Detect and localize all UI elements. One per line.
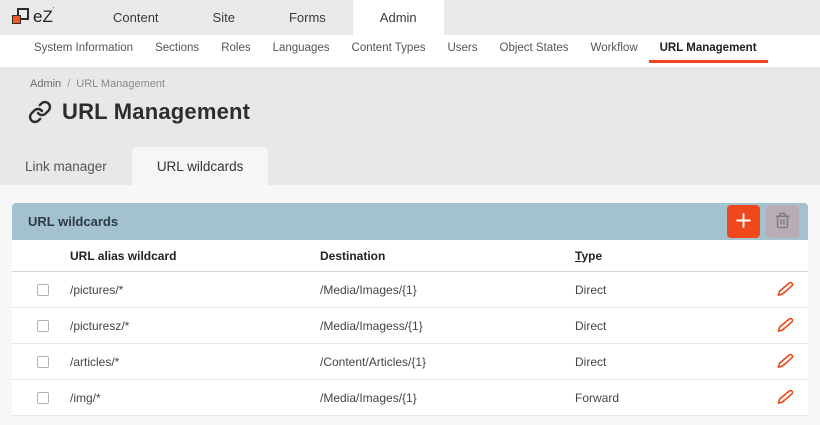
content-area: URL wildcards: [0, 185, 820, 416]
column-header-type: Type: [575, 249, 762, 263]
table-row: /pictures/* /Media/Images/{1} Direct: [12, 272, 808, 308]
admin-nav-system-information[interactable]: System Information: [23, 35, 144, 63]
cell-wildcard: /articles/*: [70, 355, 320, 369]
top-bar: eZ’ Content Site Forms Admin: [0, 0, 820, 35]
edit-wildcard-button[interactable]: [775, 279, 796, 300]
main-nav: Content Site Forms Admin: [86, 0, 444, 35]
tab-bar: Link manager URL wildcards: [0, 147, 820, 185]
admin-sub-nav: System Information Sections Roles Langua…: [0, 35, 820, 67]
table-row: /articles/* /Content/Articles/{1} Direct: [12, 344, 808, 380]
ez-logo-text: eZ: [33, 7, 53, 27]
page-title-row: URL Management: [0, 90, 820, 125]
panel-title: URL wildcards: [28, 214, 118, 229]
top-nav-site[interactable]: Site: [186, 0, 262, 35]
add-wildcard-button[interactable]: [727, 205, 760, 238]
edit-wildcard-button[interactable]: [775, 351, 796, 372]
table-row: /img/* /Media/Images/{1} Forward: [12, 380, 808, 416]
pencil-icon: [777, 389, 794, 406]
row-checkbox[interactable]: [37, 392, 49, 404]
edit-wildcard-button[interactable]: [775, 387, 796, 408]
pencil-icon: [777, 281, 794, 298]
url-wildcards-panel-header: URL wildcards: [12, 203, 808, 240]
page-title: URL Management: [62, 99, 250, 125]
admin-nav-url-management[interactable]: URL Management: [649, 35, 768, 63]
trash-icon: [774, 212, 791, 232]
breadcrumb-separator: /: [67, 78, 70, 90]
admin-nav-languages[interactable]: Languages: [262, 35, 341, 63]
admin-nav-object-states[interactable]: Object States: [489, 35, 580, 63]
tab-url-wildcards[interactable]: URL wildcards: [132, 147, 269, 185]
cell-type: Direct: [575, 319, 762, 333]
breadcrumb: Admin / URL Management: [0, 67, 820, 90]
table-header-row: URL alias wildcard Destination Type: [12, 240, 808, 272]
delete-wildcard-button[interactable]: [766, 205, 799, 238]
column-header-destination: Destination: [320, 249, 575, 263]
url-wildcards-table: URL alias wildcard Destination Type /pic…: [12, 240, 808, 416]
ez-logo-trademark: ’: [53, 7, 55, 14]
plus-icon: [734, 211, 753, 233]
ez-logo[interactable]: eZ’: [0, 0, 86, 35]
row-checkbox[interactable]: [37, 356, 49, 368]
pencil-icon: [777, 317, 794, 334]
panel-actions: [727, 205, 799, 238]
edit-wildcard-button[interactable]: [775, 315, 796, 336]
admin-nav-roles[interactable]: Roles: [210, 35, 261, 63]
page-header: Admin / URL Management URL Management Link…: [0, 67, 820, 185]
cell-destination: /Media/Images/{1}: [320, 283, 575, 297]
cell-wildcard: /picturesz/*: [70, 319, 320, 333]
cell-wildcard: /img/*: [70, 391, 320, 405]
row-checkbox[interactable]: [37, 320, 49, 332]
cell-destination: /Content/Articles/{1}: [320, 355, 575, 369]
breadcrumb-admin[interactable]: Admin: [30, 78, 61, 90]
cell-type: Forward: [575, 391, 762, 405]
admin-nav-content-types[interactable]: Content Types: [341, 35, 437, 63]
cell-type: Direct: [575, 283, 762, 297]
cell-type: Direct: [575, 355, 762, 369]
top-nav-admin[interactable]: Admin: [353, 0, 444, 35]
cell-wildcard: /pictures/*: [70, 283, 320, 297]
cell-destination: /Media/Imagess/{1}: [320, 319, 575, 333]
row-checkbox[interactable]: [37, 284, 49, 296]
ez-logo-icon: [12, 7, 29, 25]
tab-link-manager[interactable]: Link manager: [0, 147, 132, 185]
column-header-wildcard: URL alias wildcard: [70, 249, 320, 263]
top-nav-forms[interactable]: Forms: [262, 0, 353, 35]
admin-nav-users[interactable]: Users: [436, 35, 488, 63]
admin-nav-sections[interactable]: Sections: [144, 35, 210, 63]
cell-destination: /Media/Images/{1}: [320, 391, 575, 405]
pencil-icon: [777, 353, 794, 370]
link-icon: [28, 100, 52, 124]
top-nav-content[interactable]: Content: [86, 0, 186, 35]
admin-nav-workflow[interactable]: Workflow: [580, 35, 649, 63]
breadcrumb-current: URL Management: [76, 78, 165, 90]
table-row: /picturesz/* /Media/Imagess/{1} Direct: [12, 308, 808, 344]
